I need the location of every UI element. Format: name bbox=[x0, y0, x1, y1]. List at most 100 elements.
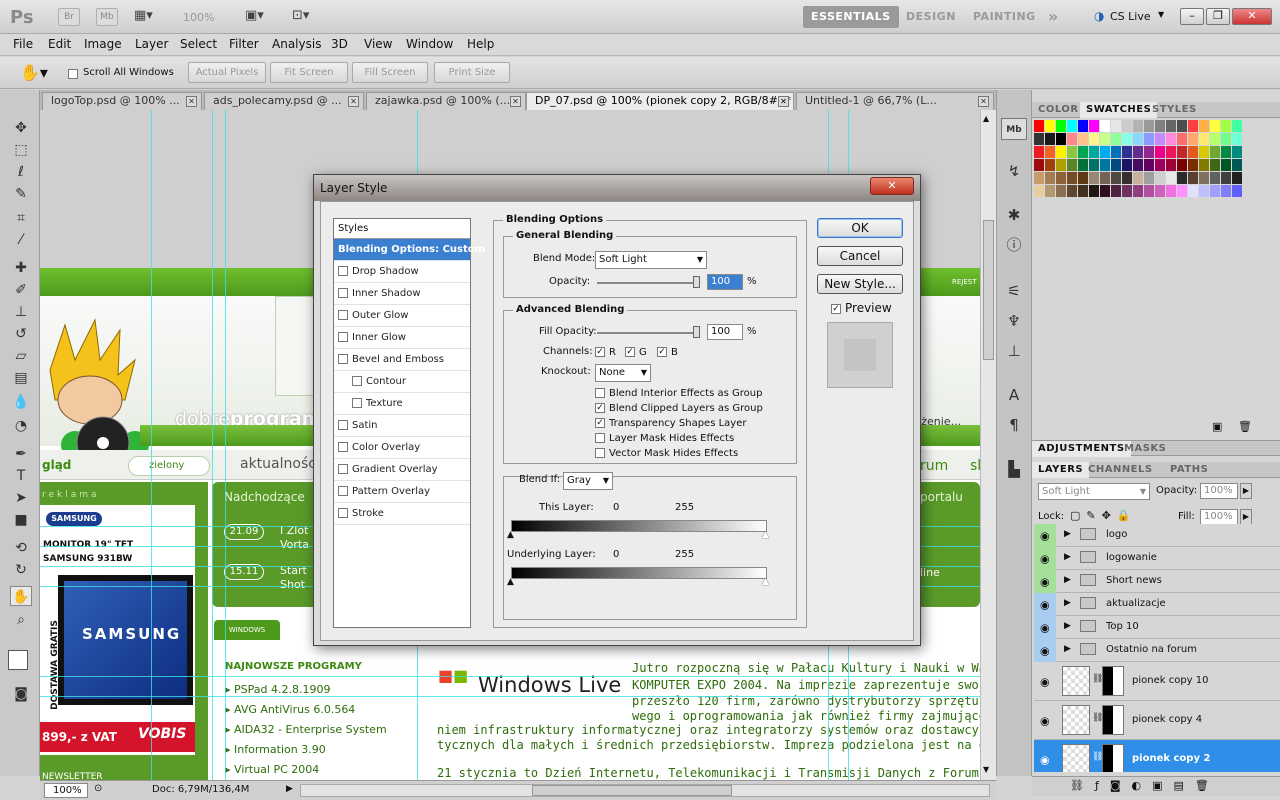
swatch-grid[interactable] bbox=[1034, 120, 1250, 206]
crop-tool-icon[interactable]: ⌗ bbox=[10, 208, 32, 228]
swatch[interactable] bbox=[1210, 120, 1220, 132]
menu-help[interactable]: Help bbox=[467, 37, 494, 51]
hand-tool-preset-icon[interactable]: ✋▾ bbox=[20, 63, 48, 82]
scroll-all-windows-checkbox[interactable] bbox=[68, 67, 82, 80]
close-icon[interactable]: ✕ bbox=[510, 96, 521, 107]
swatch[interactable] bbox=[1133, 146, 1143, 158]
swatch[interactable] bbox=[1045, 133, 1055, 145]
swatch[interactable] bbox=[1045, 172, 1055, 184]
swatch[interactable] bbox=[1111, 185, 1121, 197]
swatch[interactable] bbox=[1144, 133, 1154, 145]
path-selection-tool-icon[interactable]: ➤ bbox=[10, 488, 32, 508]
history-brush-tool-icon[interactable]: ↺ bbox=[10, 324, 32, 344]
layer-mask-thumbnail[interactable] bbox=[1102, 666, 1124, 696]
swatch[interactable] bbox=[1144, 120, 1154, 132]
character-icon[interactable]: A bbox=[1001, 384, 1027, 406]
underlying-black-thumb[interactable]: ▲ bbox=[507, 577, 514, 587]
swatch[interactable] bbox=[1122, 172, 1132, 184]
horizontal-scrollbar-thumb[interactable] bbox=[532, 785, 732, 796]
delete-swatch-icon[interactable]: 🗑 bbox=[1238, 420, 1252, 433]
hand-tool-icon[interactable]: ✋ bbox=[10, 586, 32, 606]
swatch[interactable] bbox=[1232, 159, 1242, 171]
tab-color[interactable]: COLOR bbox=[1032, 102, 1085, 118]
style-checkbox[interactable] bbox=[338, 266, 348, 276]
swatch[interactable] bbox=[1188, 120, 1198, 132]
swatch[interactable] bbox=[1122, 185, 1132, 197]
style-checkbox[interactable] bbox=[338, 508, 348, 518]
mini-bridge-button[interactable]: Mb bbox=[96, 8, 118, 26]
tab-channels[interactable]: CHANNELS bbox=[1082, 462, 1159, 478]
swatch[interactable] bbox=[1034, 133, 1044, 145]
eye-icon[interactable]: ◉ bbox=[1040, 644, 1050, 657]
3d-rotate-tool-icon[interactable]: ⟲ bbox=[10, 538, 32, 558]
workspace-essentials[interactable]: ESSENTIALS bbox=[803, 6, 899, 28]
swatch[interactable] bbox=[1089, 120, 1099, 132]
menu-layer[interactable]: Layer bbox=[135, 37, 168, 51]
eyedropper-tool-icon[interactable]: ⁄ bbox=[10, 230, 32, 250]
new-swatch-icon[interactable]: ▣ bbox=[1212, 420, 1222, 433]
swatch[interactable] bbox=[1089, 146, 1099, 158]
swatch[interactable] bbox=[1210, 185, 1220, 197]
advanced-option-checkbox[interactable]: ✓ Blend Clipped Layers as Group bbox=[595, 401, 763, 414]
tab-untitled-1[interactable]: Untitled-1 @ 66,7% (L... ✕ bbox=[796, 92, 994, 110]
swatch[interactable] bbox=[1100, 185, 1110, 197]
cs-live-dropdown-icon[interactable]: ▼ bbox=[1158, 10, 1164, 19]
lasso-tool-icon[interactable]: ℓ bbox=[10, 162, 32, 182]
style-item[interactable]: Contour bbox=[334, 371, 470, 393]
swatch[interactable] bbox=[1067, 159, 1077, 171]
swatch[interactable] bbox=[1034, 172, 1044, 184]
swatch[interactable] bbox=[1177, 159, 1187, 171]
swatch[interactable] bbox=[1045, 185, 1055, 197]
swatch[interactable] bbox=[1221, 172, 1231, 184]
swatch[interactable] bbox=[1188, 146, 1198, 158]
bridge-button[interactable]: Br bbox=[58, 8, 80, 26]
this-layer-white-thumb[interactable]: ▲ bbox=[762, 530, 769, 540]
opacity-slider[interactable] bbox=[597, 282, 697, 284]
tab-adjustments[interactable]: ADJUSTMENTS bbox=[1032, 441, 1131, 457]
style-checkbox[interactable] bbox=[352, 376, 362, 386]
swatch[interactable] bbox=[1122, 133, 1132, 145]
swatch[interactable] bbox=[1232, 146, 1242, 158]
3d-orbit-tool-icon[interactable]: ↻ bbox=[10, 560, 32, 580]
swatch[interactable] bbox=[1056, 159, 1066, 171]
swatch[interactable] bbox=[1166, 172, 1176, 184]
expand-group-icon[interactable]: ▶ bbox=[1064, 529, 1071, 539]
layer-mask-thumbnail[interactable] bbox=[1102, 705, 1124, 735]
healing-brush-tool-icon[interactable]: ✚ bbox=[10, 258, 32, 278]
swatch[interactable] bbox=[1188, 172, 1198, 184]
opacity-slider-thumb[interactable] bbox=[693, 276, 700, 288]
swatch[interactable] bbox=[1089, 159, 1099, 171]
styles-list-header[interactable]: Styles bbox=[334, 219, 470, 239]
swatch[interactable] bbox=[1111, 146, 1121, 158]
preview-checkbox[interactable]: ✓ Preview bbox=[831, 301, 892, 315]
tab-logotop[interactable]: logoTop.psd @ 100% ... ✕ bbox=[42, 92, 202, 110]
swatch[interactable] bbox=[1034, 146, 1044, 158]
tab-dp07[interactable]: DP_07.psd @ 100% (pionek copy 2, RGB/8#)… bbox=[526, 92, 794, 110]
layer-row[interactable]: ◉ ▶ Top 10 bbox=[1034, 616, 1280, 639]
swatch[interactable] bbox=[1122, 159, 1132, 171]
swatch[interactable] bbox=[1078, 146, 1088, 158]
swatch[interactable] bbox=[1100, 159, 1110, 171]
swatch[interactable] bbox=[1089, 185, 1099, 197]
style-item[interactable]: Drop Shadow bbox=[334, 261, 470, 283]
advanced-option-checkbox[interactable]: Blend Interior Effects as Group bbox=[595, 386, 762, 399]
eye-icon[interactable]: ◉ bbox=[1040, 552, 1050, 565]
fit-screen-button[interactable]: Fit Screen bbox=[270, 62, 348, 83]
tab-styles[interactable]: STYLES bbox=[1146, 102, 1203, 118]
quick-selection-tool-icon[interactable]: ✎ bbox=[10, 184, 32, 204]
expand-group-icon[interactable]: ▶ bbox=[1064, 621, 1071, 631]
swatch[interactable] bbox=[1177, 133, 1187, 145]
screen-mode-icon[interactable]: ⊡▾ bbox=[292, 8, 322, 26]
rectangle-tool-icon[interactable]: ■ bbox=[10, 510, 32, 530]
layer-visibility-cell[interactable]: ◉ bbox=[1034, 662, 1056, 701]
ok-button[interactable]: OK bbox=[817, 218, 903, 238]
swatch[interactable] bbox=[1166, 120, 1176, 132]
style-checkbox[interactable] bbox=[338, 464, 348, 474]
close-icon[interactable]: ✕ bbox=[348, 96, 359, 107]
layer-visibility-cell[interactable]: ◉ bbox=[1034, 740, 1056, 772]
fill-opacity-slider-thumb[interactable] bbox=[693, 326, 700, 338]
swatch[interactable] bbox=[1177, 185, 1187, 197]
status-menu-icon[interactable]: ▶ bbox=[286, 784, 293, 794]
swatch[interactable] bbox=[1089, 172, 1099, 184]
layer-opacity-arrow-icon[interactable]: ▶ bbox=[1240, 483, 1252, 499]
